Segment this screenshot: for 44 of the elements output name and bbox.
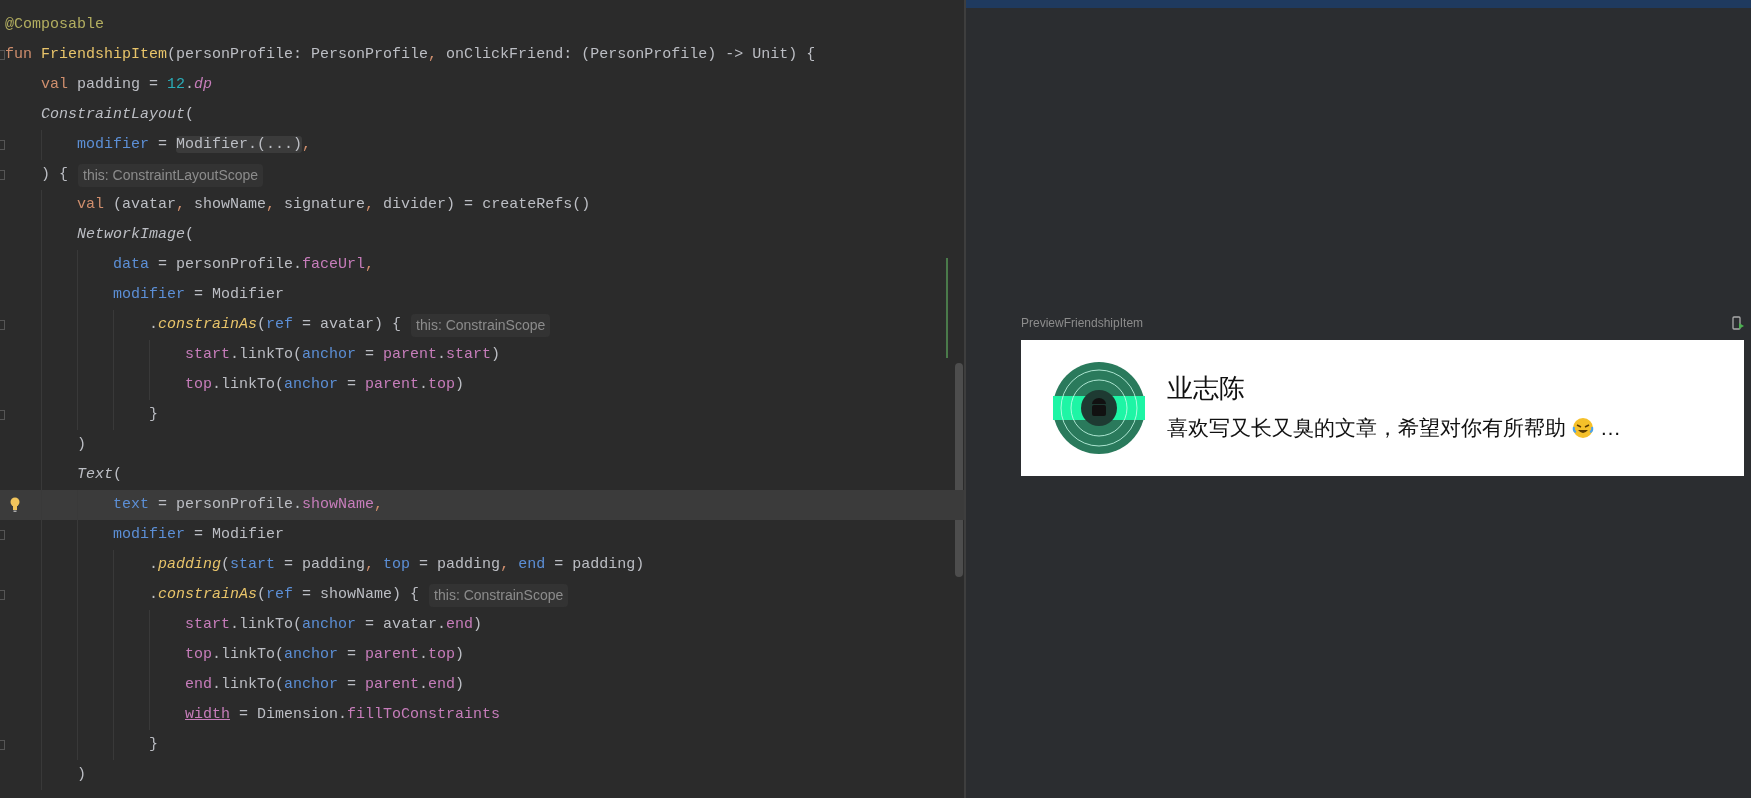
preview-title: PreviewFriendshipItem	[1021, 315, 1144, 332]
code-line: modifier = Modifier	[113, 524, 285, 545]
fold-marker[interactable]	[0, 50, 5, 60]
device-preview-icon[interactable]	[1732, 316, 1744, 330]
code-line: ConstraintLayout(	[41, 104, 195, 125]
inlay-hint: this: ConstrainScope	[411, 313, 551, 337]
fold-marker[interactable]	[0, 410, 5, 420]
fold-marker[interactable]	[0, 320, 5, 330]
fold-marker[interactable]	[0, 140, 5, 150]
code-line: top.linkTo(anchor = parent.top)	[185, 644, 465, 665]
code-line: }	[149, 734, 158, 755]
code-line: val padding = 12.dp	[41, 74, 213, 95]
inlay-hint: this: ConstraintLayoutScope	[78, 163, 264, 187]
code-line: text = personProfile.showName,	[113, 494, 384, 515]
fold-marker[interactable]	[0, 530, 5, 540]
inlay-hint: this: ConstrainScope	[429, 583, 569, 607]
code-line: width = Dimension.fillToConstraints	[185, 704, 501, 725]
code-line: ) {	[41, 164, 68, 185]
code-line: data = personProfile.faceUrl,	[113, 254, 375, 275]
fold-marker[interactable]	[0, 590, 5, 600]
code-line: Text(	[77, 464, 123, 485]
laughing-face-icon	[1572, 416, 1594, 439]
ellipsis-text: …	[1600, 414, 1621, 441]
code-line: start.linkTo(anchor = parent.start)	[185, 344, 501, 365]
code-line: fun FriendshipItem(personProfile: PersonProfile, onClickFriend: (PersonProfile) -> Unit) {	[5, 44, 816, 65]
code-line: @Composable	[5, 14, 105, 35]
fold-marker[interactable]	[0, 170, 5, 180]
code-line: )	[77, 434, 86, 455]
code-line: val (avatar, showName, signature, divider) = createRefs()	[77, 194, 591, 215]
code-line: modifier = Modifier.(...),	[77, 134, 312, 155]
code-line: end.linkTo(anchor = parent.end)	[185, 674, 465, 695]
code-line: .constrainAs(ref = avatar) {	[149, 314, 402, 335]
code-line: )	[77, 764, 86, 785]
fold-marker[interactable]	[0, 740, 5, 750]
lightbulb-icon[interactable]	[10, 497, 20, 512]
code-line: top.linkTo(anchor = parent.top)	[185, 374, 465, 395]
code-line: .padding(start = padding, top = padding, end = padding)	[149, 554, 645, 575]
code-line: .constrainAs(ref = showName) {	[149, 584, 420, 605]
code-line: NetworkImage(	[77, 224, 195, 245]
code-line: start.linkTo(anchor = avatar.end)	[185, 614, 483, 635]
friend-signature: 喜欢写又长又臭的文章，希望对你有所帮助	[1167, 414, 1566, 441]
friend-name: 业志陈	[1167, 372, 1246, 404]
code-line: modifier = Modifier	[113, 284, 285, 305]
code-line: }	[149, 404, 158, 425]
